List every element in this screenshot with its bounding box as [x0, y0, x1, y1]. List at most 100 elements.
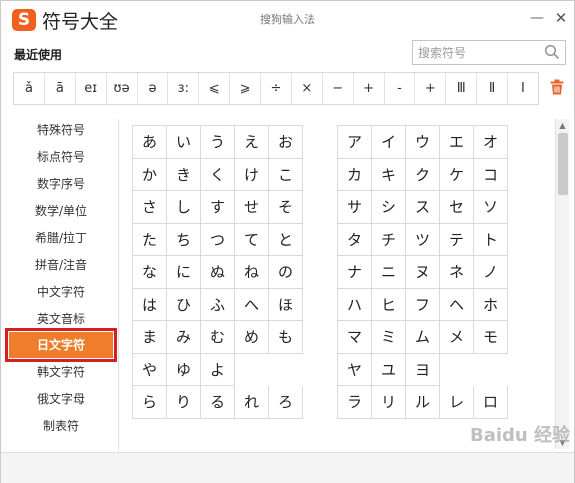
katakana-cell[interactable]: リ — [372, 386, 406, 419]
recent-symbol[interactable]: ā — [45, 73, 76, 104]
recent-symbol[interactable]: ǎ — [14, 73, 45, 104]
katakana-cell[interactable]: ム — [406, 321, 440, 354]
scrollbar[interactable]: ▲ ▼ — [555, 119, 569, 449]
hiragana-cell[interactable]: あ — [133, 126, 167, 159]
katakana-cell[interactable]: ミ — [372, 321, 406, 354]
hiragana-cell[interactable]: ま — [133, 321, 167, 354]
scroll-up-icon[interactable]: ▲ — [556, 119, 569, 132]
recent-symbol[interactable]: ə — [138, 73, 169, 104]
katakana-cell[interactable]: シ — [372, 191, 406, 224]
sidebar-item[interactable]: 特殊符号 — [9, 117, 113, 143]
katakana-cell[interactable]: ニ — [372, 256, 406, 289]
hiragana-cell[interactable]: に — [167, 256, 201, 289]
katakana-cell[interactable]: ホ — [474, 288, 508, 321]
hiragana-cell[interactable]: れ — [235, 386, 269, 419]
hiragana-cell[interactable]: ろ — [269, 386, 303, 419]
recent-symbol[interactable]: × — [292, 73, 323, 104]
sidebar-item[interactable]: 中文字符 — [9, 279, 113, 305]
recent-symbol[interactable]: + — [354, 73, 385, 104]
recent-symbol[interactable]: − — [323, 73, 354, 104]
katakana-cell[interactable]: エ — [440, 126, 474, 159]
hiragana-cell[interactable]: し — [167, 191, 201, 224]
katakana-cell[interactable]: ハ — [338, 288, 372, 321]
sidebar-item[interactable]: 英文音标 — [9, 306, 113, 332]
katakana-cell[interactable]: モ — [474, 321, 508, 354]
katakana-cell[interactable]: ク — [406, 158, 440, 191]
recent-symbol[interactable]: Ⅲ — [446, 73, 478, 104]
recent-symbol[interactable]: eɪ — [76, 73, 107, 104]
katakana-cell[interactable]: レ — [440, 386, 474, 419]
katakana-cell[interactable]: フ — [406, 288, 440, 321]
title-bar[interactable]: S 符号大全 搜狗输入法 — ✕ — [1, 1, 574, 35]
katakana-cell[interactable]: キ — [372, 158, 406, 191]
katakana-cell[interactable]: ヨ — [406, 353, 440, 386]
katakana-cell[interactable]: カ — [338, 158, 372, 191]
katakana-cell[interactable]: ケ — [440, 158, 474, 191]
katakana-cell[interactable]: チ — [372, 223, 406, 256]
hiragana-cell[interactable]: す — [201, 191, 235, 224]
katakana-cell[interactable]: ア — [338, 126, 372, 159]
katakana-cell[interactable]: ソ — [474, 191, 508, 224]
hiragana-cell[interactable]: ね — [235, 256, 269, 289]
recent-symbol[interactable]: - — [385, 73, 416, 104]
katakana-cell[interactable]: オ — [474, 126, 508, 159]
katakana-cell[interactable]: マ — [338, 321, 372, 354]
hiragana-cell[interactable]: お — [269, 126, 303, 159]
katakana-cell[interactable]: ト — [474, 223, 508, 256]
sidebar-item[interactable]: 拼音/注音 — [9, 252, 113, 278]
hiragana-cell[interactable]: と — [269, 223, 303, 256]
recent-symbol[interactable]: Ⅱ — [477, 73, 508, 104]
hiragana-cell[interactable]: て — [235, 223, 269, 256]
sidebar-item[interactable]: 数字序号 — [9, 171, 113, 197]
hiragana-cell[interactable]: か — [133, 158, 167, 191]
hiragana-cell[interactable]: た — [133, 223, 167, 256]
scroll-thumb[interactable] — [558, 133, 568, 195]
katakana-cell[interactable]: ヒ — [372, 288, 406, 321]
hiragana-cell[interactable]: ち — [167, 223, 201, 256]
katakana-cell[interactable]: ラ — [338, 386, 372, 419]
hiragana-cell[interactable]: は — [133, 288, 167, 321]
hiragana-cell[interactable]: ふ — [201, 288, 235, 321]
katakana-cell[interactable]: コ — [474, 158, 508, 191]
sidebar-item[interactable]: 韩文字符 — [9, 359, 113, 385]
sidebar-item[interactable]: 标点符号 — [9, 144, 113, 170]
trash-icon[interactable] — [550, 79, 564, 95]
recent-symbol[interactable]: + — [415, 73, 447, 104]
katakana-cell[interactable]: ヤ — [338, 353, 372, 386]
hiragana-cell[interactable]: さ — [133, 191, 167, 224]
katakana-cell[interactable]: イ — [372, 126, 406, 159]
hiragana-cell[interactable]: く — [201, 158, 235, 191]
sidebar-item[interactable]: 数学/单位 — [9, 198, 113, 224]
hiragana-cell[interactable]: る — [201, 386, 235, 419]
recent-symbol[interactable]: ⩽ — [199, 73, 231, 104]
katakana-cell[interactable]: サ — [338, 191, 372, 224]
search-icon[interactable] — [544, 44, 560, 60]
hiragana-cell[interactable]: こ — [269, 158, 303, 191]
recent-symbol[interactable]: ÷ — [261, 73, 292, 104]
hiragana-cell[interactable]: も — [269, 321, 303, 354]
close-icon[interactable]: ✕ — [552, 9, 570, 27]
search-input[interactable] — [418, 44, 538, 62]
minimize-icon[interactable]: — — [528, 10, 546, 26]
hiragana-cell[interactable]: み — [167, 321, 201, 354]
sidebar-item[interactable]: 制表符 — [9, 413, 113, 439]
hiragana-cell[interactable]: の — [269, 256, 303, 289]
katakana-cell[interactable]: ツ — [406, 223, 440, 256]
katakana-cell[interactable]: ヘ — [440, 288, 474, 321]
katakana-cell[interactable]: ロ — [474, 386, 508, 419]
hiragana-cell[interactable]: つ — [201, 223, 235, 256]
sidebar-item[interactable]: 俄文字母 — [9, 386, 113, 412]
recent-symbol[interactable]: Ⅰ — [508, 73, 538, 104]
katakana-cell[interactable]: ウ — [406, 126, 440, 159]
hiragana-cell[interactable]: め — [235, 321, 269, 354]
katakana-cell[interactable]: ノ — [474, 256, 508, 289]
hiragana-cell[interactable]: ら — [133, 386, 167, 419]
hiragana-cell[interactable]: ゆ — [167, 353, 201, 386]
hiragana-cell[interactable]: え — [235, 126, 269, 159]
hiragana-cell[interactable]: せ — [235, 191, 269, 224]
hiragana-cell[interactable]: う — [201, 126, 235, 159]
hiragana-cell[interactable]: ほ — [269, 288, 303, 321]
hiragana-cell[interactable]: き — [167, 158, 201, 191]
hiragana-cell[interactable]: け — [235, 158, 269, 191]
sidebar-item[interactable]: 希腊/拉丁 — [9, 225, 113, 251]
